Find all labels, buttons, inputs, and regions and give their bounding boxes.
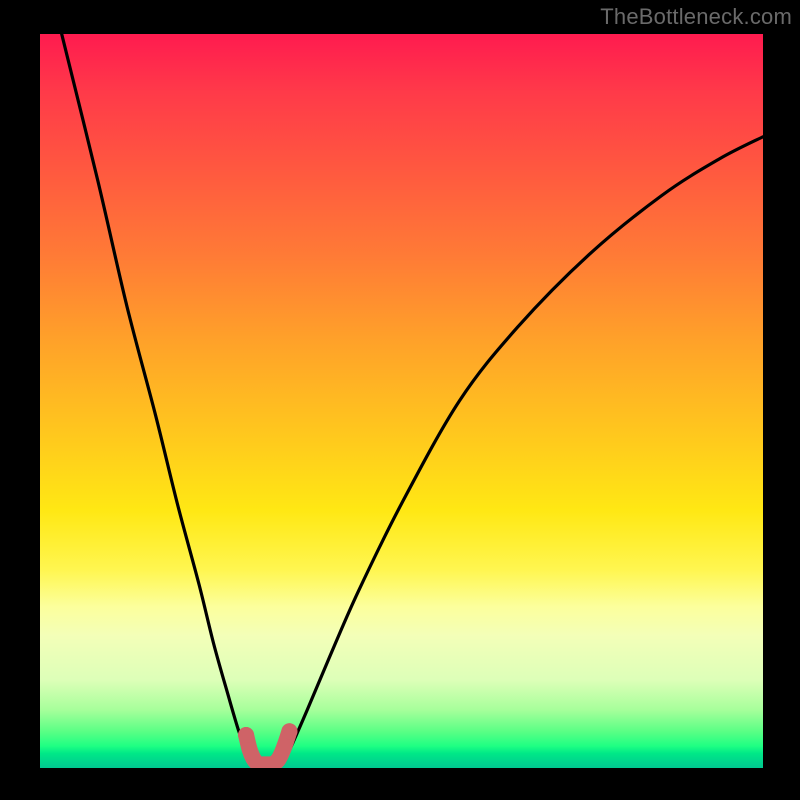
curve-layer xyxy=(40,34,763,768)
plot-area xyxy=(40,34,763,768)
watermark-text: TheBottleneck.com xyxy=(600,4,792,30)
chart-frame: TheBottleneck.com xyxy=(0,0,800,800)
right-curve xyxy=(279,137,763,766)
bottom-marker xyxy=(238,723,297,764)
left-curve xyxy=(62,34,257,766)
